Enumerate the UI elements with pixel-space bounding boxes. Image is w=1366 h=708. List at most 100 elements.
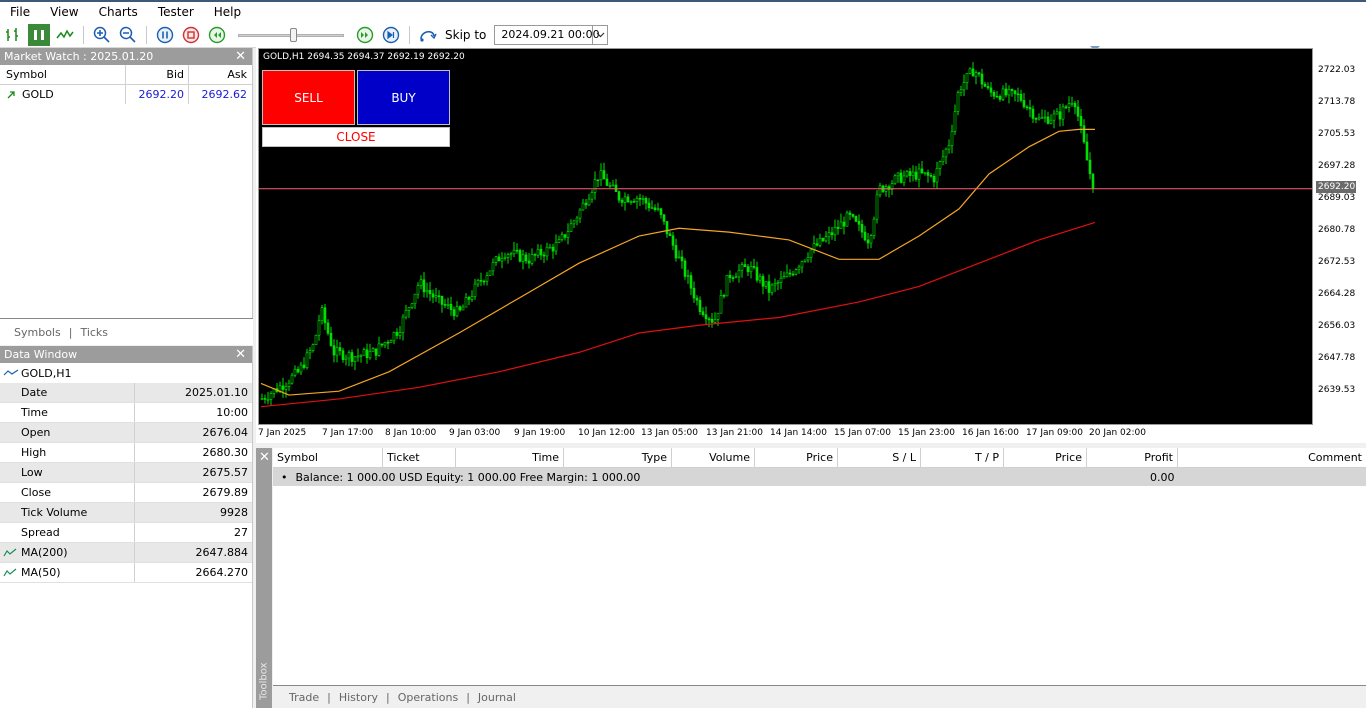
candle-body — [770, 284, 774, 293]
zoom-in-button[interactable] — [91, 24, 113, 46]
tab-symbols[interactable]: Symbols — [14, 326, 61, 339]
time-axis[interactable]: 7 Jan 2025 7 Jan 17:00 8 Jan 10:00 9 Jan… — [256, 425, 1314, 443]
stop-icon — [182, 26, 200, 43]
fast-forward-button[interactable] — [354, 24, 376, 46]
candle-body — [1013, 90, 1017, 95]
data-value: 2664.270 — [195, 566, 249, 579]
menu-tester[interactable]: Tester — [148, 2, 204, 22]
data-window-symbol: GOLD,H1 — [0, 363, 252, 383]
candle-body — [779, 277, 783, 283]
candle-body — [803, 259, 807, 262]
pause-button[interactable] — [154, 24, 176, 46]
line-chart-button[interactable] — [54, 24, 76, 46]
candle-body — [359, 354, 363, 357]
close-icon[interactable]: ✕ — [259, 450, 270, 465]
candle-body — [899, 172, 903, 183]
candle-body — [1076, 106, 1080, 117]
column-header-time[interactable]: Time — [456, 447, 564, 468]
candle-body — [713, 319, 717, 323]
candle-body — [791, 273, 795, 276]
column-header-tp[interactable]: T / P — [921, 447, 1004, 468]
ask-cell: 2692.62 — [201, 88, 248, 101]
candle-body — [854, 216, 858, 222]
zoom-out-button[interactable] — [117, 24, 139, 46]
tab-ticks[interactable]: Ticks — [80, 326, 108, 339]
candle-body — [728, 274, 732, 278]
candle-body — [542, 254, 546, 257]
toolbar-separator — [83, 25, 84, 44]
data-window-symbol-text: GOLD,H1 — [21, 366, 72, 380]
candle-body — [464, 297, 468, 308]
column-header-type[interactable]: Type — [564, 447, 672, 468]
candle-body — [299, 364, 303, 373]
buy-button[interactable]: BUY — [357, 70, 450, 125]
price-label: 2672.53 — [1318, 257, 1356, 267]
skip-to-date-field[interactable]: 2024.09.21 00:00 — [494, 24, 609, 45]
column-header-profit[interactable]: Profit — [1087, 447, 1178, 468]
candle-body — [839, 221, 843, 229]
column-header-ticket[interactable]: Ticket — [383, 447, 456, 468]
price-chart[interactable]: GOLD,H1 2694.35 2694.37 2692.19 2692.20 … — [258, 48, 1313, 425]
bar-chart-button[interactable] — [2, 24, 24, 46]
price-axis[interactable]: 2722.03 2713.78 2705.53 2697.28 2689.03 … — [1314, 48, 1366, 425]
candle-body — [296, 368, 300, 373]
candlestick-button[interactable] — [28, 23, 50, 46]
column-header-sl[interactable]: S / L — [838, 447, 921, 468]
sell-button[interactable]: SELL — [262, 70, 355, 125]
candle-body — [341, 350, 345, 360]
tab-journal[interactable]: Journal — [478, 691, 516, 704]
candle-body — [809, 249, 813, 258]
data-value: 10:00 — [216, 406, 248, 419]
market-watch-row[interactable]: GOLD 2692.20 2692.62 — [0, 85, 252, 104]
stop-button[interactable] — [180, 24, 202, 46]
candle-body — [746, 266, 750, 273]
column-header-symbol[interactable]: Symbol — [0, 65, 126, 84]
candle-body — [461, 306, 465, 311]
market-watch-title: Market Watch : 2025.01.20 ✕ — [0, 48, 252, 65]
candle-body — [866, 239, 870, 244]
slider-thumb[interactable] — [290, 27, 297, 42]
menu-view[interactable]: View — [40, 2, 88, 22]
tab-operations[interactable]: Operations — [398, 691, 458, 704]
time-label: 7 Jan 2025 — [258, 428, 307, 438]
rewind-button[interactable] — [206, 24, 228, 46]
close-icon[interactable]: ✕ — [235, 346, 246, 363]
menu-file[interactable]: File — [0, 2, 40, 22]
column-header-symbol[interactable]: Symbol — [273, 447, 383, 468]
candle-body — [656, 208, 660, 211]
column-header-current-price[interactable]: Price — [1004, 447, 1087, 468]
close-positions-button[interactable]: CLOSE — [262, 127, 450, 147]
candle-body — [851, 214, 855, 217]
data-row: Low 2675.57 — [0, 463, 252, 483]
candle-body — [668, 233, 672, 237]
toolbox-strip: ✕ Toolbox — [256, 448, 272, 708]
candle-body — [761, 276, 765, 287]
menu-charts[interactable]: Charts — [89, 2, 148, 22]
speed-slider[interactable] — [238, 27, 344, 42]
column-header-ask[interactable]: Ask — [189, 65, 251, 84]
market-watch-panel: Market Watch : 2025.01.20 ✕ Symbol Bid A… — [0, 48, 253, 318]
time-label: 10 Jan 12:00 — [578, 428, 635, 438]
candle-body — [977, 72, 981, 75]
candle-body — [500, 258, 504, 262]
column-header-comment[interactable]: Comment — [1178, 448, 1366, 468]
column-header-price[interactable]: Price — [755, 447, 838, 468]
candle-body — [413, 293, 417, 305]
menu-help[interactable]: Help — [204, 2, 251, 22]
data-key: Low — [0, 463, 135, 482]
tab-trade[interactable]: Trade — [289, 691, 319, 704]
step-forward-button[interactable] — [380, 24, 402, 46]
column-header-volume[interactable]: Volume — [672, 447, 755, 468]
candle-body — [650, 207, 654, 210]
toolbar: Skip to 2024.09.21 00:00 — [0, 22, 1366, 48]
close-icon[interactable]: ✕ — [235, 48, 246, 65]
skip-to-dropdown[interactable] — [592, 25, 607, 44]
column-header-bid[interactable]: Bid — [126, 65, 189, 84]
tab-history[interactable]: History — [339, 691, 378, 704]
candle-body — [290, 374, 294, 384]
candle-body — [920, 168, 924, 173]
time-label: 8 Jan 10:00 — [385, 428, 437, 438]
candle-body — [962, 82, 966, 91]
skip-to-button[interactable] — [417, 24, 439, 46]
balance-row[interactable]: • Balance: 1 000.00 USD Equity: 1 000.00… — [273, 468, 1366, 486]
